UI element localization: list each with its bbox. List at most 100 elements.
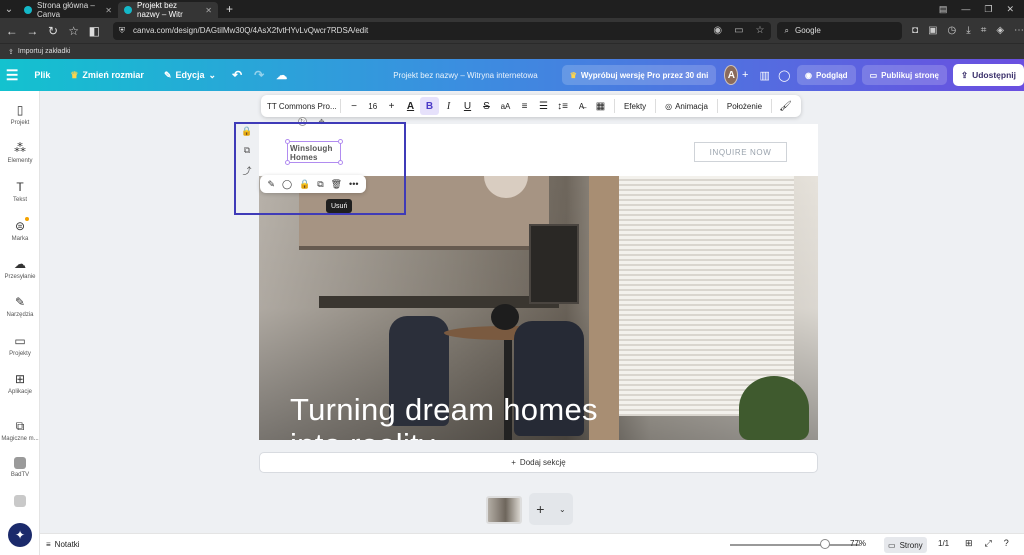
- lock-icon[interactable]: 🔒: [241, 126, 252, 137]
- zoom-level[interactable]: 77%: [850, 539, 866, 548]
- font-family-select[interactable]: TT Commons Pro...: [267, 98, 336, 114]
- avatar[interactable]: A: [724, 65, 739, 85]
- align-left-icon[interactable]: ≡: [515, 97, 534, 115]
- file-menu[interactable]: Plik: [24, 70, 60, 80]
- favorite-icon[interactable]: ☆: [756, 25, 765, 36]
- animation-button[interactable]: ◎ Animacja: [660, 102, 713, 111]
- logo-text[interactable]: Winslough Homes: [290, 144, 338, 162]
- tab-list-chevron-icon[interactable]: ⌄: [0, 0, 18, 18]
- pages-button[interactable]: ▭ Strony: [884, 537, 927, 553]
- hero-headline[interactable]: Turning dream homes into reality.: [290, 392, 598, 440]
- fullscreen-icon[interactable]: ⤢: [985, 538, 992, 549]
- site-info-icon[interactable]: ⛨: [119, 26, 125, 36]
- lock-icon[interactable]: 🔒: [299, 179, 310, 190]
- sidebar-item-apps[interactable]: ⊞ Aplikacje: [0, 372, 40, 395]
- close-tab-icon[interactable]: ✕: [205, 6, 212, 15]
- maximize-icon[interactable]: ❐: [984, 4, 992, 15]
- underline-button[interactable]: U: [458, 97, 477, 115]
- new-tab-icon[interactable]: +: [218, 2, 241, 16]
- url-bar[interactable]: ⛨ canva.com/design/DAGtilMw30Q/4AsX2fvtH…: [113, 21, 771, 40]
- reader-icon[interactable]: ▭: [734, 25, 743, 36]
- text-case-button[interactable]: aA: [496, 97, 515, 115]
- zoom-slider[interactable]: [730, 544, 860, 546]
- sidebar-item-elements[interactable]: ⁂ Elementy: [0, 141, 40, 164]
- list-icon[interactable]: ☰: [534, 97, 553, 115]
- position-button[interactable]: Położenie: [722, 102, 767, 111]
- extension-icon[interactable]: ◧: [85, 22, 103, 40]
- add-page-icon[interactable]: ⤴: [242, 164, 251, 177]
- browser-tab-home[interactable]: Strona główna – Canva ✕: [18, 1, 118, 19]
- share-button[interactable]: ⇪ Udostępnij: [952, 64, 1024, 86]
- audio-icon[interactable]: ◉: [713, 25, 722, 36]
- insights-icon[interactable]: ▥: [758, 65, 772, 85]
- comment-icon[interactable]: ◯: [778, 65, 792, 85]
- minimize-icon[interactable]: —: [961, 4, 970, 15]
- wallet-icon[interactable]: ▣: [928, 25, 937, 36]
- sidebar-item-text[interactable]: T Tekst: [0, 180, 40, 203]
- sidebar-item-app[interactable]: [0, 495, 40, 507]
- spacing-icon[interactable]: ↕≡: [553, 97, 572, 115]
- zoom-slider-handle[interactable]: [820, 539, 830, 549]
- import-bookmarks-link[interactable]: Importuj zakładki: [18, 48, 71, 55]
- text-style-icon[interactable]: A̶: [572, 97, 591, 115]
- menu-icon[interactable]: ⋯: [1014, 25, 1024, 36]
- increase-font-size-button[interactable]: +: [382, 97, 401, 115]
- reload-icon[interactable]: ↻: [44, 22, 62, 40]
- search-box[interactable]: ⌕ Google: [776, 21, 903, 40]
- resize-button[interactable]: ♛ Zmień rozmiar: [60, 70, 154, 81]
- chevron-down-icon[interactable]: ⌄: [559, 505, 566, 514]
- rotate-handle-icon[interactable]: ↻: [298, 117, 307, 126]
- browser-tab-project[interactable]: Projekt bez nazwy – Witr ✕: [118, 1, 218, 19]
- add-section-button[interactable]: + Dodaj sekcję: [259, 452, 818, 473]
- inquire-button[interactable]: INQUIRE NOW: [694, 142, 787, 162]
- sidebar-item-projects[interactable]: ▭ Projekty: [0, 334, 40, 357]
- comment-icon[interactable]: ◯: [282, 179, 292, 190]
- extensions-icon[interactable]: ◈: [996, 25, 1004, 36]
- help-icon[interactable]: ?: [1004, 538, 1009, 549]
- history-icon[interactable]: ◷: [948, 25, 957, 36]
- sidebar-item-uploads[interactable]: ☁ Przesyłanie: [0, 257, 40, 280]
- page-thumbnail[interactable]: [486, 496, 522, 524]
- main-menu-icon[interactable]: ☰: [0, 67, 24, 84]
- decrease-font-size-button[interactable]: −: [344, 97, 363, 115]
- sidebar-item-design[interactable]: ▯ Projekt: [0, 103, 40, 126]
- effects-button[interactable]: Efekty: [619, 102, 651, 111]
- strikethrough-button[interactable]: S: [477, 97, 496, 115]
- move-handle-icon[interactable]: ✥: [317, 117, 326, 126]
- text-color-icon[interactable]: A: [401, 97, 420, 115]
- add-collaborator-icon[interactable]: +: [738, 65, 752, 85]
- download-icon[interactable]: ⤓: [966, 25, 970, 36]
- screenshot-icon[interactable]: ⌗: [981, 25, 987, 36]
- italic-button[interactable]: I: [439, 97, 458, 115]
- transparency-icon[interactable]: ▦: [591, 97, 610, 115]
- notes-button[interactable]: ≡ Notatki: [46, 540, 80, 549]
- close-window-icon[interactable]: ✕: [1006, 4, 1014, 15]
- camera-icon[interactable]: ◘: [912, 25, 918, 36]
- sidebar-item-brand[interactable]: ⊜ Marka: [0, 217, 40, 242]
- design-page[interactable]: Winslough Homes INQUIRE NOW Turning drea…: [259, 124, 818, 440]
- bookmark-star-icon[interactable]: ☆: [65, 22, 83, 40]
- bold-button[interactable]: B: [420, 97, 440, 115]
- grid-view-icon[interactable]: ⊞: [965, 538, 973, 549]
- duplicate-icon[interactable]: ⧉: [244, 145, 250, 156]
- more-options-icon[interactable]: •••: [349, 179, 358, 189]
- edit-mode-button[interactable]: ✎ Edycja ⌄: [154, 70, 226, 81]
- sidebar-item-badtv[interactable]: BadTV: [0, 457, 40, 478]
- magic-assistant-icon[interactable]: ✦: [8, 523, 32, 547]
- preview-button[interactable]: ◉ Podgląd: [797, 65, 856, 85]
- duplicate-icon[interactable]: ⧉: [317, 179, 323, 190]
- undo-icon[interactable]: ↶: [226, 68, 248, 82]
- delete-icon[interactable]: 🗑: [331, 179, 342, 190]
- sidebar-item-magic[interactable]: ⧉ Magiczne m...: [0, 419, 40, 442]
- window-menu-icon[interactable]: ▤: [939, 4, 948, 15]
- font-size-input[interactable]: 16: [363, 102, 382, 111]
- add-page-button[interactable]: + ⌄: [529, 493, 573, 525]
- redo-icon[interactable]: ↷: [248, 68, 270, 82]
- close-tab-icon[interactable]: ✕: [105, 6, 112, 15]
- try-pro-button[interactable]: ♛ Wypróbuj wersję Pro przez 30 dni: [561, 65, 717, 85]
- document-title[interactable]: Projekt bez nazwy – Witryna internetowa: [383, 71, 548, 80]
- magic-edit-icon[interactable]: ✎: [267, 179, 275, 190]
- resize-handle[interactable]: [338, 160, 343, 165]
- cloud-save-icon[interactable]: ☁: [270, 69, 293, 82]
- sidebar-item-tools[interactable]: ✎ Narzędzia: [0, 295, 40, 318]
